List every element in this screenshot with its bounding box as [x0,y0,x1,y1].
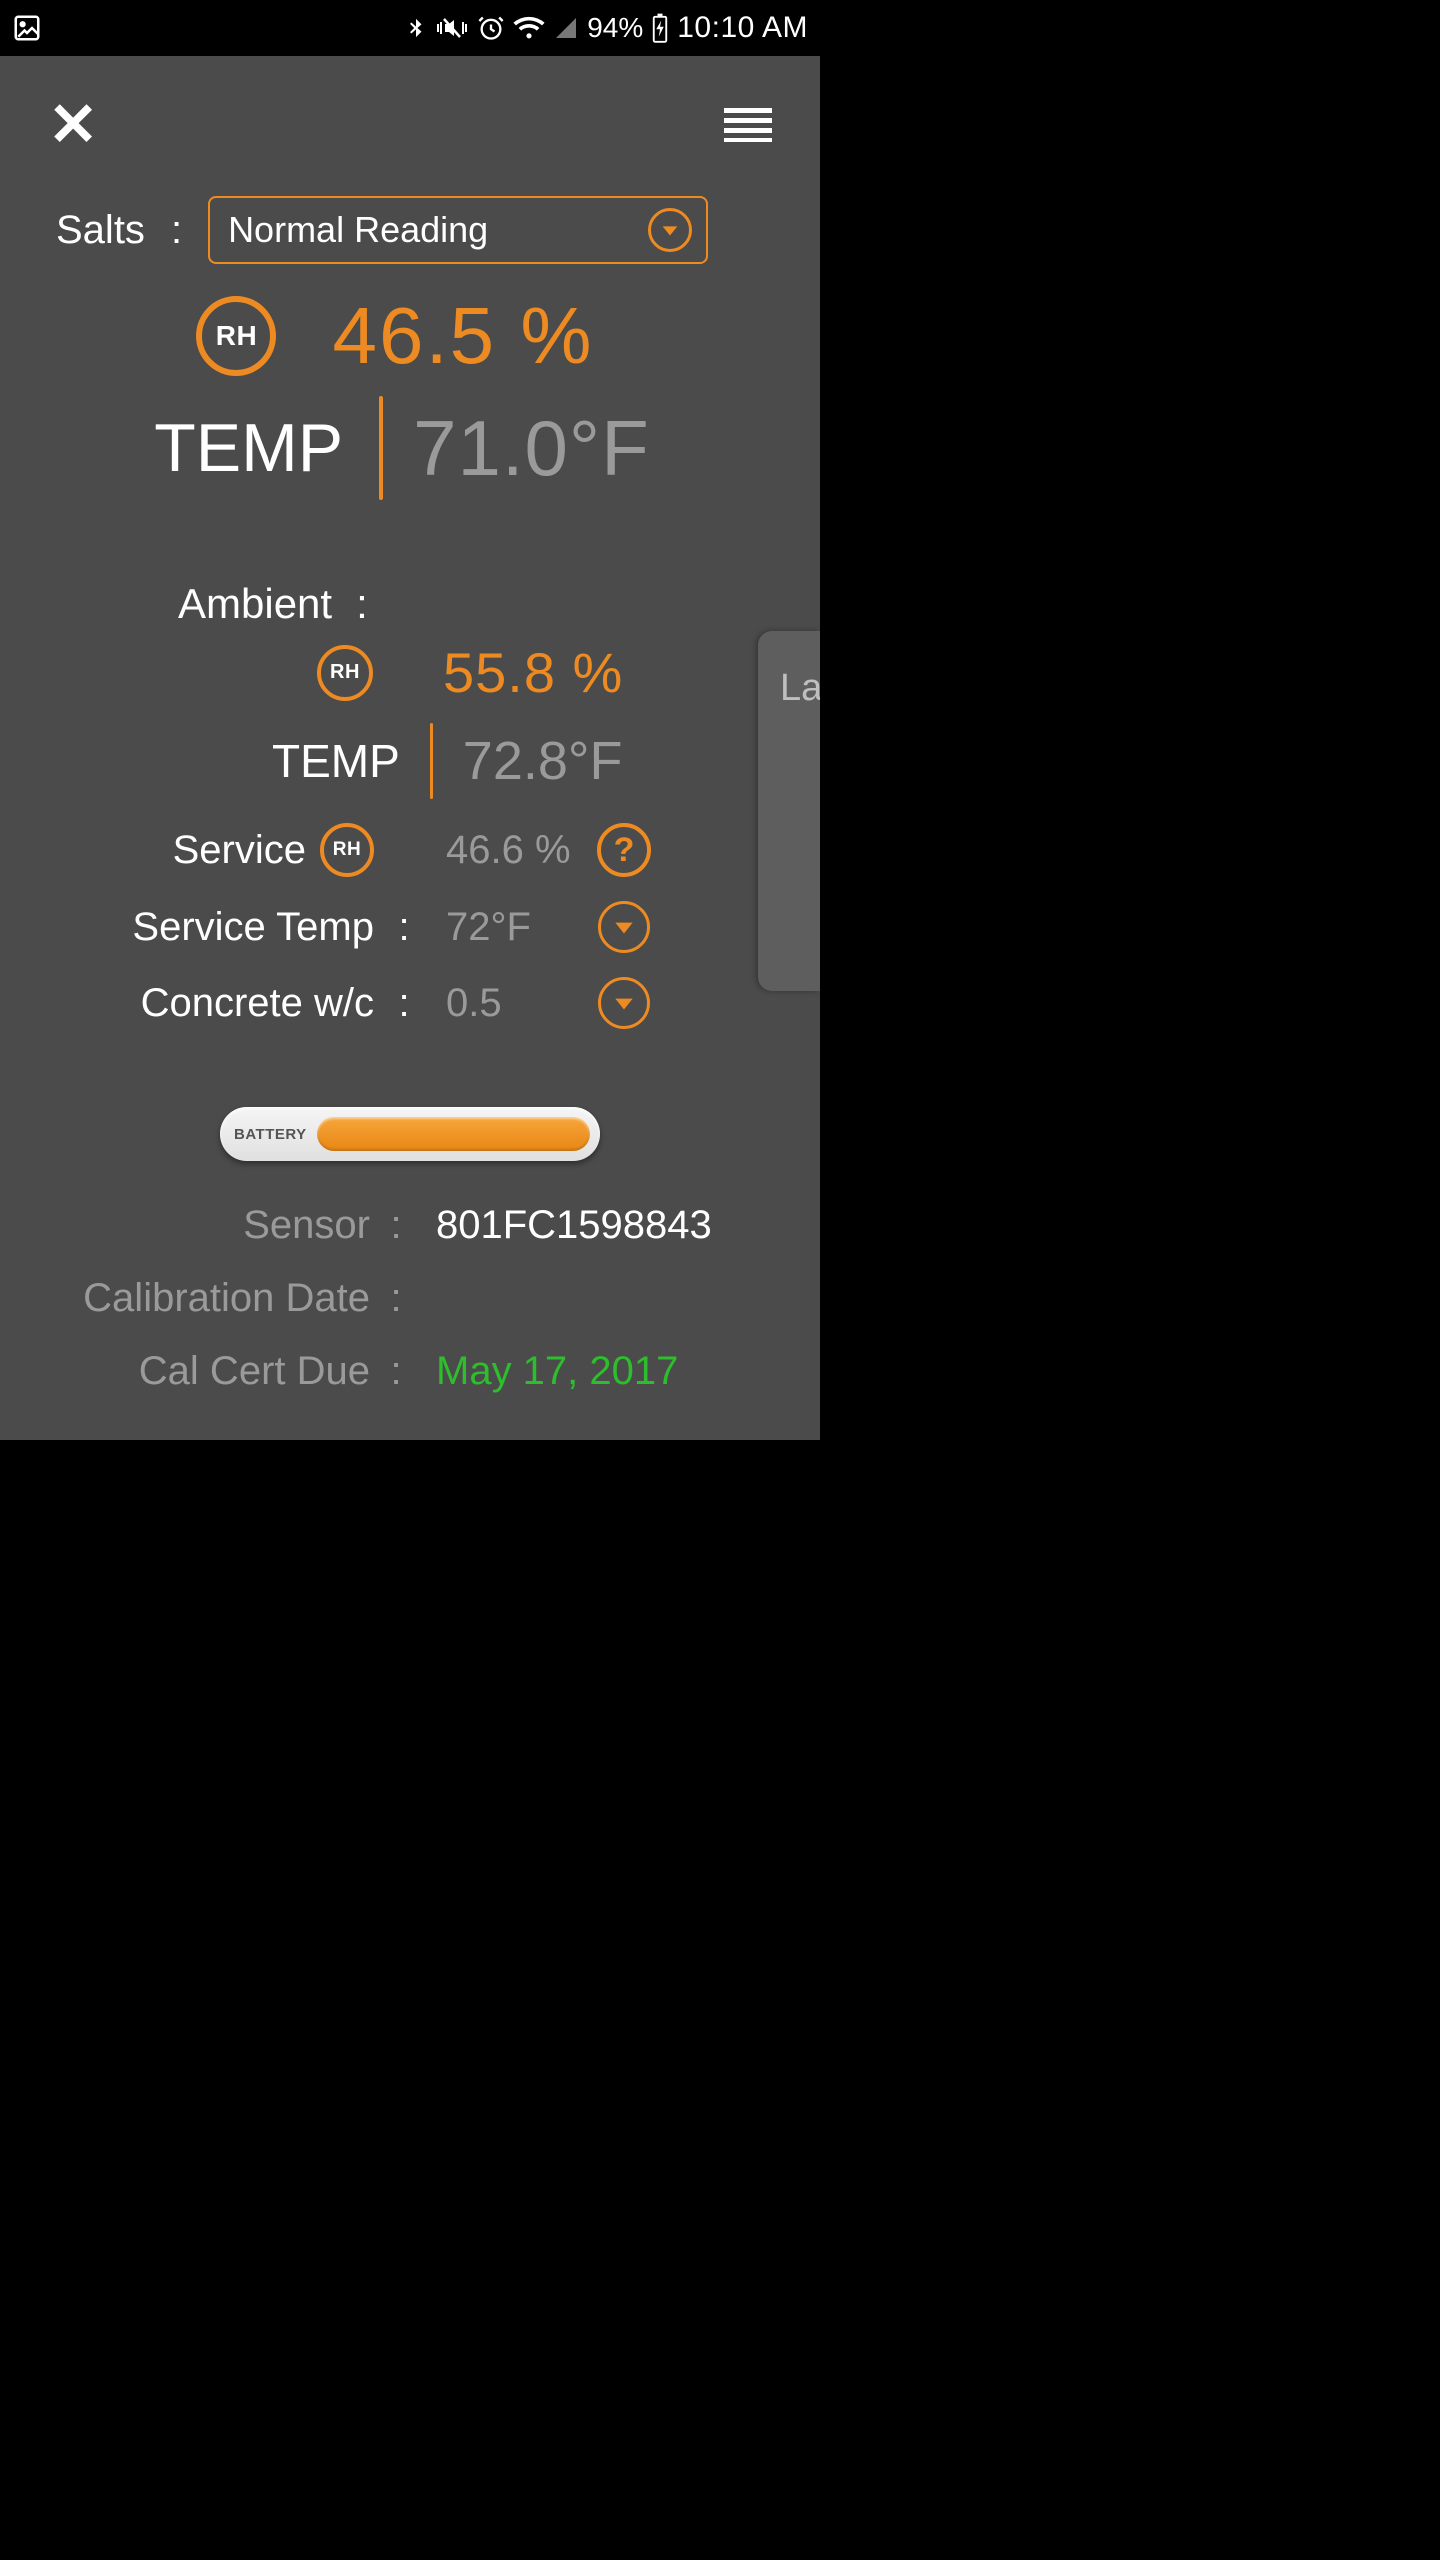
battery-charging-icon [651,13,669,43]
status-bar: 94% 10:10 AM [0,0,820,56]
clock-time: 10:10 AM [677,11,808,45]
wifi-icon [513,15,545,41]
ambient-temp-value: 72.8°F [433,730,623,792]
cal-cert-due-value: May 17, 2017 [422,1349,780,1394]
ambient-colon: : [356,580,368,628]
battery-percent: 94% [587,12,643,44]
ambient-rh-row: RH 55.8 % [0,640,820,705]
help-icon[interactable]: ? [597,823,651,877]
service-rh-value: 46.6 % [428,828,578,873]
screen: ✕ Salts : Normal Reading RH 46.5 % TEMP … [0,56,820,1440]
salts-dropdown[interactable]: Normal Reading [208,196,708,264]
service-temp-dropdown[interactable] [598,901,650,953]
battery-label: BATTERY [234,1126,307,1143]
ambient-rh-value: 55.8 % [443,640,623,705]
sensor-row: Sensor : 801FC1598843 [20,1203,780,1248]
ambient-temp-row: TEMP 72.8°F [0,723,820,799]
battery-indicator: BATTERY [0,1107,820,1161]
service-rh-row: Service RH : 46.6 % ? [0,823,820,877]
topbar: ✕ [0,56,820,166]
alarm-icon [477,14,505,42]
concrete-wc-colon: : [390,981,418,1026]
ambient-label: Ambient [178,580,332,628]
chevron-down-icon [648,208,692,252]
concrete-wc-row: Concrete w/c : 0.5 [0,977,820,1029]
info-block: Sensor : 801FC1598843 Calibration Date :… [0,1203,820,1394]
ambient-label-row: Ambient : [0,580,820,628]
concrete-wc-value: 0.5 [428,981,578,1026]
side-tab[interactable]: La [758,631,820,991]
side-tab-text: La [780,667,820,710]
rh-icon: RH [320,823,374,877]
image-icon [12,13,42,43]
vibrate-mute-icon [435,13,469,43]
calibration-date-row: Calibration Date : [20,1276,780,1321]
rh-icon: RH [317,645,373,701]
service-temp-label: Service Temp [0,905,380,950]
cal-cert-due-row: Cal Cert Due : May 17, 2017 [20,1349,780,1394]
battery-fill [317,1117,590,1151]
main-temp-value: 71.0°F [383,403,650,494]
service-temp-colon: : [390,905,418,950]
salts-selected: Normal Reading [228,209,488,251]
sensor-value: 801FC1598843 [422,1203,780,1248]
main-reading: RH 46.5 % TEMP 71.0°F [0,290,820,500]
main-temp-row: TEMP 71.0°F [154,396,650,500]
menu-icon[interactable] [724,108,772,142]
ambient-block: RH 55.8 % TEMP 72.8°F [0,640,820,799]
service-temp-value: 72°F [428,905,578,950]
concrete-wc-label: Concrete w/c [0,981,380,1026]
close-icon[interactable]: ✕ [48,95,98,155]
bluetooth-icon [405,13,427,43]
service-block: Service RH : 46.6 % ? Service Temp : 72°… [0,823,820,1029]
main-temp-label: TEMP [154,409,379,487]
rh-icon: RH [196,296,276,376]
main-rh-value: 46.5 % [332,290,593,382]
concrete-wc-dropdown[interactable] [598,977,650,1029]
sensor-label: Sensor [20,1203,370,1248]
cal-cert-due-label: Cal Cert Due [20,1349,370,1394]
service-temp-row: Service Temp : 72°F [0,901,820,953]
main-rh-row: RH 46.5 % [196,290,593,382]
ambient-temp-label: TEMP [272,734,430,788]
salts-colon: : [171,208,182,253]
salts-label: Salts [56,208,145,253]
service-rh-label: Service [173,828,306,873]
calibration-date-label: Calibration Date [20,1276,370,1321]
signal-icon [553,16,579,40]
salts-row: Salts : Normal Reading [0,166,820,264]
